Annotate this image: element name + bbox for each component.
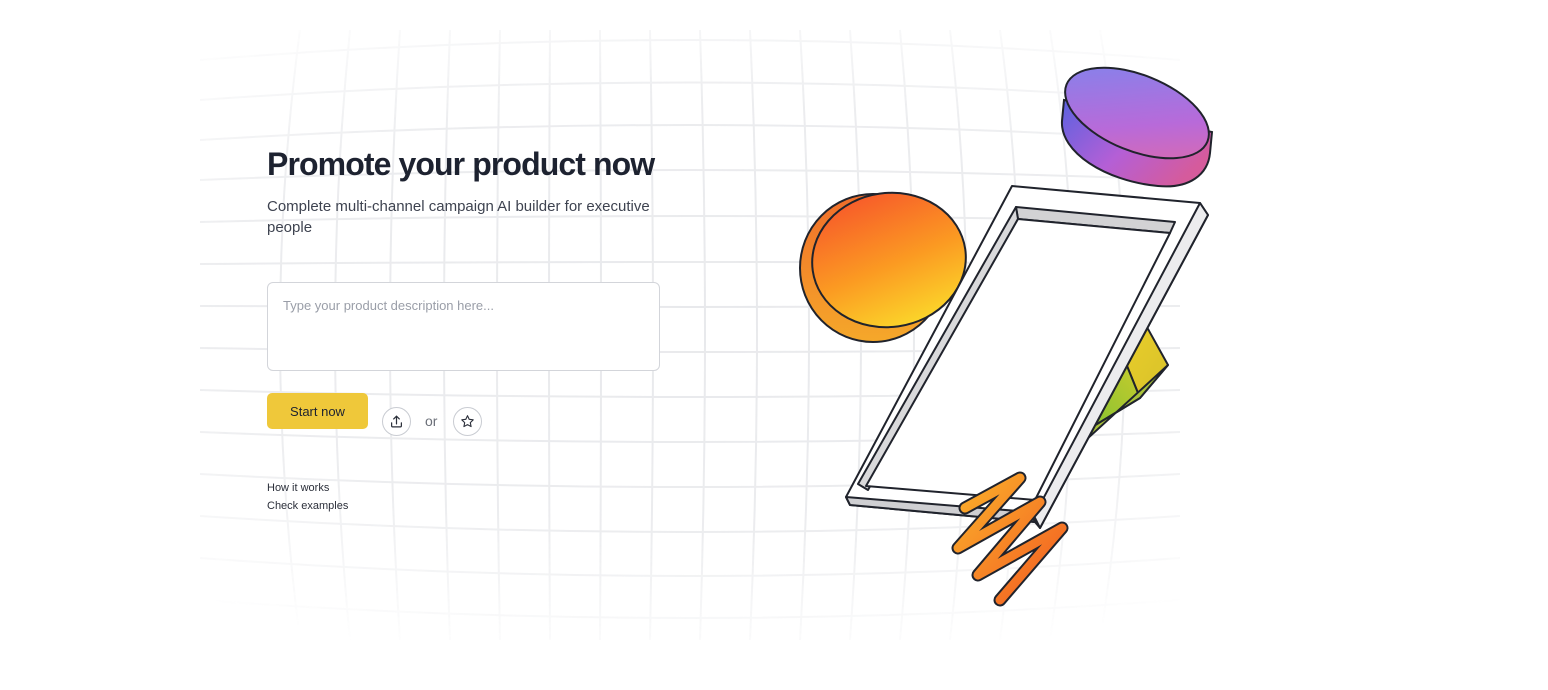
hero-illustration [799,66,1214,607]
start-now-button[interactable]: Start now [267,393,368,429]
background-grid [199,29,1181,641]
how-it-works-link[interactable]: How it works [267,479,348,497]
upload-button[interactable] [382,407,411,436]
purple-disc-shape [1060,66,1214,188]
star-icon [460,414,475,429]
examples-star-button[interactable] [453,407,482,436]
or-separator: or [425,413,438,429]
check-examples-link[interactable]: Check examples [267,497,348,515]
page-subtitle: Complete multi-channel campaign AI build… [267,198,650,236]
hero-section: Promote your product now Complete multi-… [267,143,687,238]
page-title: Promote your product now [267,146,655,182]
help-links: How it works Check examples [267,479,348,515]
upload-icon [389,414,404,429]
product-description-input[interactable] [267,282,660,371]
